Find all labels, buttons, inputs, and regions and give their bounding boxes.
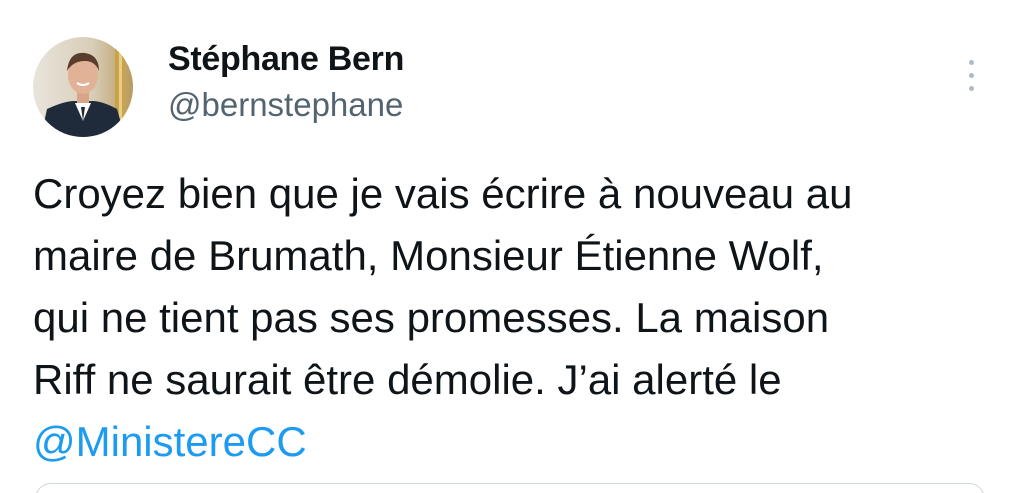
- tweet-card: Stéphane Bern @bernstephane Croyez bien …: [0, 0, 1024, 493]
- tweet-text-line: maire de Brumath, Monsieur Étienne Wolf,: [33, 232, 824, 279]
- embedded-card[interactable]: [35, 483, 985, 493]
- tweet-text-line: qui ne tient pas ses promesses. La maiso…: [33, 294, 830, 341]
- tweet-text-line: Riff ne saurait être démolie. J’ai alert…: [33, 356, 782, 403]
- avatar[interactable]: [33, 37, 133, 137]
- profile-photo-icon: [33, 37, 133, 137]
- more-options-icon[interactable]: [958, 56, 986, 96]
- author-display-name[interactable]: Stéphane Bern: [168, 40, 404, 79]
- author-handle[interactable]: @bernstephane: [168, 86, 403, 124]
- tweet-text: Croyez bien que je vais écrire à nouveau…: [33, 163, 993, 473]
- tweet-text-line: Croyez bien que je vais écrire à nouveau…: [33, 170, 853, 217]
- mention-link[interactable]: @MinistereCC: [33, 418, 307, 465]
